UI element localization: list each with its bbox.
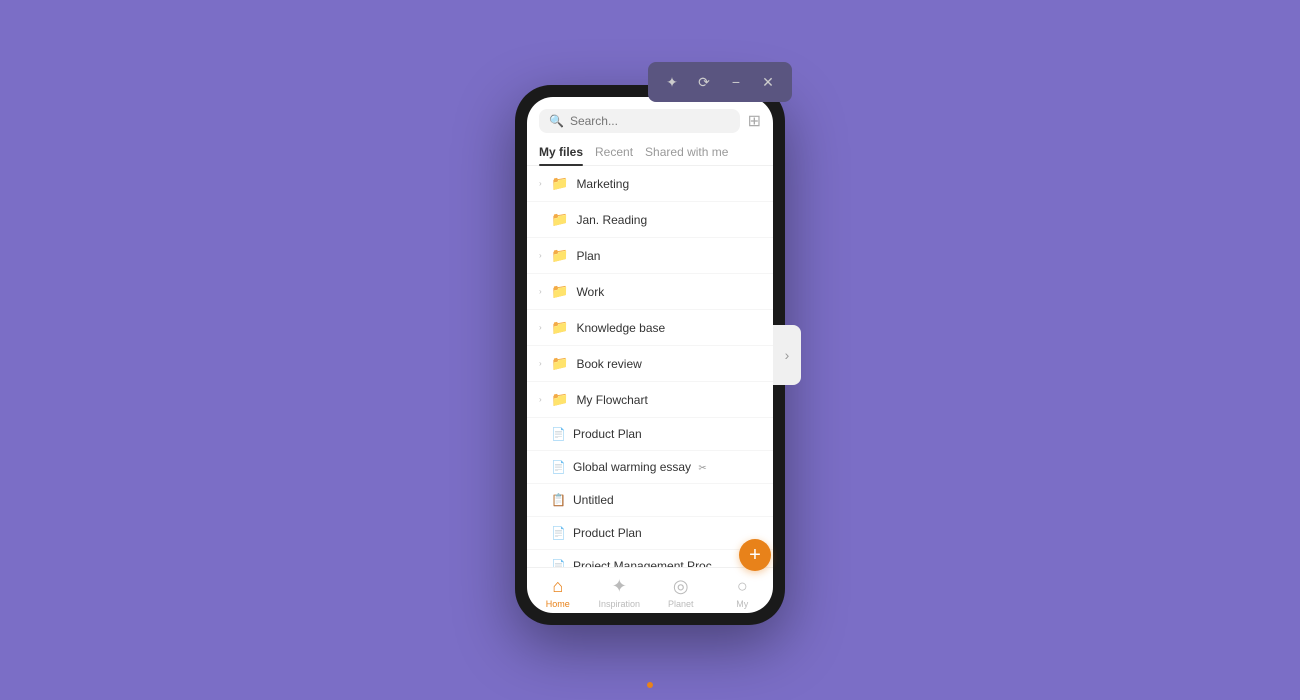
home-icon: ⌂ [552, 576, 563, 597]
folder-icon: 📁 [551, 211, 568, 228]
folder-icon: 📁 [551, 283, 568, 300]
close-icon: ✕ [762, 74, 774, 91]
folder-icon: 📁 [551, 319, 568, 336]
document-icon: 📄 [551, 427, 565, 441]
list-item[interactable]: 📁 Jan. Reading [527, 202, 773, 238]
folder-icon: 📁 [551, 391, 568, 408]
document-icon: 📄 [551, 460, 565, 474]
tabs-bar: My files Recent Shared with me [527, 139, 773, 166]
list-item[interactable]: › 📁 My Flowchart [527, 382, 773, 418]
item-name: Product Plan [573, 427, 761, 441]
item-name: Work [576, 285, 761, 299]
arrow-right-icon: › [785, 347, 790, 363]
chevron-icon: › [539, 179, 547, 188]
grid-view-icon[interactable]: ⊞ [748, 111, 761, 131]
minimize-icon: − [732, 74, 740, 90]
list-item[interactable]: › 📁 Book review [527, 346, 773, 382]
close-button[interactable]: ✕ [754, 68, 782, 96]
item-name: Product Plan [573, 526, 761, 540]
search-input-wrap[interactable]: 🔍 [539, 109, 740, 133]
list-item[interactable]: › 📁 Marketing [527, 166, 773, 202]
share-icon: ✂ [698, 463, 706, 474]
document-icon: 📄 [551, 559, 565, 567]
list-item[interactable]: › 📁 Work [527, 274, 773, 310]
list-item[interactable]: 📄 Project Management Proc... [527, 550, 773, 567]
search-icon: 🔍 [549, 114, 564, 128]
chevron-icon: › [539, 287, 547, 296]
orange-dot-indicator [647, 682, 653, 688]
phone-frame: 🔍 ⊞ My files Recent Shared with me › 📁 [515, 85, 785, 625]
item-name: Book review [576, 357, 761, 371]
item-name: Global warming essay ✂ [573, 460, 761, 474]
fab-add-button[interactable]: + [739, 539, 771, 571]
list-item[interactable]: 📄 Global warming essay ✂ [527, 451, 773, 484]
document-icon: 📋 [551, 493, 565, 507]
document-icon: 📄 [551, 526, 565, 540]
search-input[interactable] [570, 114, 730, 128]
window-controls-bar: ✦ ⟳ − ✕ [648, 62, 792, 102]
item-name: Jan. Reading [576, 213, 761, 227]
folder-icon: 📁 [551, 175, 568, 192]
star-icon: ✦ [666, 74, 678, 91]
chevron-icon: › [539, 359, 547, 368]
nav-label-my: My [736, 599, 748, 609]
bottom-nav: ⌂ Home ✦ Inspiration ◎ Planet ○ My [527, 567, 773, 613]
nav-item-planet[interactable]: ◎ Planet [650, 576, 712, 609]
item-name: Untitled [573, 493, 761, 507]
item-name: Marketing [576, 177, 761, 191]
tab-my-files[interactable]: My files [539, 139, 583, 165]
item-name: Project Management Proc... [573, 559, 761, 567]
list-item[interactable]: 📋 Untitled [527, 484, 773, 517]
planet-icon: ◎ [673, 576, 689, 597]
item-name: Plan [576, 249, 761, 263]
tab-shared-with-me[interactable]: Shared with me [645, 139, 728, 165]
chevron-icon: › [539, 251, 547, 260]
list-item[interactable]: › 📁 Plan [527, 238, 773, 274]
folder-icon: 📁 [551, 355, 568, 372]
list-item[interactable]: 📄 Product Plan [527, 418, 773, 451]
nav-label-planet: Planet [668, 599, 694, 609]
history-icon: ⟳ [698, 74, 710, 91]
chevron-icon: › [539, 323, 547, 332]
item-name: Knowledge base [576, 321, 761, 335]
nav-label-inspiration: Inspiration [598, 599, 640, 609]
list-item[interactable]: › 📁 Knowledge base [527, 310, 773, 346]
my-icon: ○ [737, 576, 748, 597]
side-arrow-button[interactable]: › [773, 325, 801, 385]
inspiration-icon: ✦ [612, 576, 627, 597]
phone-screen: 🔍 ⊞ My files Recent Shared with me › 📁 [527, 97, 773, 613]
tab-recent[interactable]: Recent [595, 139, 633, 165]
nav-item-inspiration[interactable]: ✦ Inspiration [589, 576, 651, 609]
search-bar: 🔍 ⊞ [527, 97, 773, 139]
folder-icon: 📁 [551, 247, 568, 264]
file-list: › 📁 Marketing 📁 Jan. Reading › 📁 Plan › … [527, 166, 773, 567]
list-item[interactable]: 📄 Product Plan [527, 517, 773, 550]
nav-item-home[interactable]: ⌂ Home [527, 576, 589, 609]
plus-icon: + [749, 545, 761, 565]
nav-item-my[interactable]: ○ My [712, 576, 774, 609]
minimize-button[interactable]: − [722, 68, 750, 96]
chevron-icon: › [539, 395, 547, 404]
history-button[interactable]: ⟳ [690, 68, 718, 96]
item-name: My Flowchart [576, 393, 761, 407]
star-button[interactable]: ✦ [658, 68, 686, 96]
nav-label-home: Home [546, 599, 570, 609]
